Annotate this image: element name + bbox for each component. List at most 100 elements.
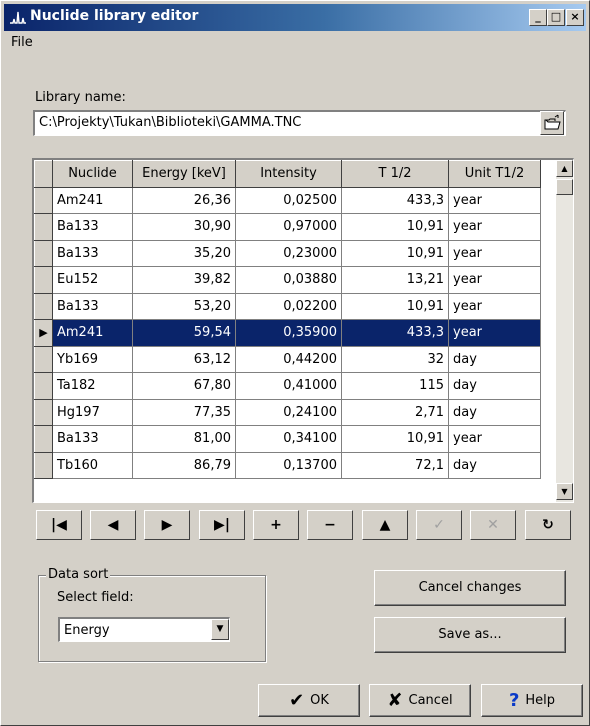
cell-energy[interactable]: 81,00: [132, 425, 236, 453]
cell-nuclide[interactable]: Eu152: [52, 266, 133, 294]
scroll-up-button[interactable]: ▲: [556, 160, 573, 177]
nav-refresh-button[interactable]: ↻: [525, 510, 571, 540]
title-bar[interactable]: Nuclide library editor _ □ ×: [4, 4, 586, 31]
cell-intensity[interactable]: 0,24100: [235, 399, 342, 426]
cell-nuclide[interactable]: Ba133: [52, 293, 133, 320]
close-button[interactable]: ×: [566, 9, 584, 26]
scroll-down-button[interactable]: ▼: [556, 483, 573, 500]
cell-half-life[interactable]: 2,71: [341, 399, 449, 426]
column-header-nuclide[interactable]: Nuclide: [52, 160, 133, 188]
nav-last-button[interactable]: ▶|: [199, 510, 245, 540]
column-header-unit[interactable]: Unit T1/2: [448, 160, 541, 188]
table-row[interactable]: ▶ Am241 59,54 0,35900 433,3 year: [34, 319, 541, 347]
open-library-button[interactable]: [540, 111, 564, 135]
table-row[interactable]: Ba133 30,90 0,97000 10,91 year: [34, 213, 541, 241]
cell-energy[interactable]: 26,36: [132, 187, 236, 214]
cell-intensity[interactable]: 0,34100: [235, 425, 342, 453]
cell-energy[interactable]: 86,79: [132, 452, 236, 479]
nav-cancel-button[interactable]: ✕: [470, 510, 516, 540]
cell-intensity[interactable]: 0,44200: [235, 346, 342, 373]
nav-first-button[interactable]: |◀: [36, 510, 82, 540]
cell-intensity[interactable]: 0,41000: [235, 372, 342, 400]
cell-half-life[interactable]: 10,91: [341, 293, 449, 320]
row-indicator[interactable]: [34, 451, 53, 479]
cell-intensity[interactable]: 0,23000: [235, 240, 342, 267]
nav-next-button[interactable]: ▶: [144, 510, 190, 540]
table-row[interactable]: Tb160 86,79 0,13700 72,1 day: [34, 451, 541, 479]
nav-delete-button[interactable]: −: [307, 510, 353, 540]
cell-intensity[interactable]: 0,97000: [235, 213, 342, 241]
cell-unit[interactable]: year: [448, 293, 541, 320]
row-indicator[interactable]: [34, 292, 53, 320]
column-header-energy[interactable]: Energy [keV]: [132, 160, 236, 188]
nav-prior-button[interactable]: ◀: [90, 510, 136, 540]
cell-unit[interactable]: year: [448, 266, 541, 294]
grid-vertical-scrollbar[interactable]: ▲ ▼: [556, 160, 573, 502]
cell-energy[interactable]: 59,54: [132, 319, 236, 347]
scroll-thumb[interactable]: [556, 179, 573, 195]
cell-energy[interactable]: 67,80: [132, 372, 236, 400]
cell-nuclide[interactable]: Am241: [52, 319, 133, 347]
menu-file[interactable]: File: [11, 35, 33, 50]
cell-unit[interactable]: year: [448, 213, 541, 241]
cancel-changes-button[interactable]: Cancel changes: [374, 570, 566, 606]
chevron-down-icon[interactable]: ▼: [211, 619, 229, 640]
cell-half-life[interactable]: 10,91: [341, 425, 449, 453]
cell-nuclide[interactable]: Ba133: [52, 425, 133, 453]
cell-intensity[interactable]: 0,03880: [235, 266, 342, 294]
maximize-button[interactable]: □: [547, 9, 565, 26]
table-row[interactable]: Am241 26,36 0,02500 433,3 year: [34, 186, 541, 214]
cell-intensity[interactable]: 0,35900: [235, 319, 342, 347]
cell-unit[interactable]: year: [448, 187, 541, 214]
cell-intensity[interactable]: 0,02200: [235, 293, 342, 320]
row-indicator[interactable]: [34, 213, 53, 241]
cell-half-life[interactable]: 10,91: [341, 240, 449, 267]
cell-half-life[interactable]: 13,21: [341, 266, 449, 294]
cell-unit[interactable]: day: [448, 372, 541, 400]
table-row[interactable]: Eu152 39,82 0,03880 13,21 year: [34, 266, 541, 294]
row-indicator[interactable]: [34, 425, 53, 453]
cell-energy[interactable]: 63,12: [132, 346, 236, 373]
cell-half-life[interactable]: 115: [341, 372, 449, 400]
row-indicator[interactable]: [34, 398, 53, 426]
cell-energy[interactable]: 39,82: [132, 266, 236, 294]
cell-unit[interactable]: year: [448, 319, 541, 347]
column-header-intensity[interactable]: Intensity: [235, 160, 342, 188]
column-header-half-life[interactable]: T 1/2: [341, 160, 449, 188]
table-row[interactable]: Ba133 81,00 0,34100 10,91 year: [34, 425, 541, 453]
table-row[interactable]: Ta182 67,80 0,41000 115 day: [34, 372, 541, 400]
nuclide-grid[interactable]: Nuclide Energy [keV] Intensity T 1/2 Uni…: [32, 158, 574, 503]
cell-energy[interactable]: 30,90: [132, 213, 236, 241]
cell-nuclide[interactable]: Hg197: [52, 399, 133, 426]
save-as-button[interactable]: Save as...: [374, 617, 566, 653]
cell-intensity[interactable]: 0,13700: [235, 452, 342, 479]
cell-nuclide[interactable]: Ba133: [52, 240, 133, 267]
cell-nuclide[interactable]: Ba133: [52, 213, 133, 241]
nav-insert-button[interactable]: +: [253, 510, 299, 540]
row-indicator[interactable]: [34, 239, 53, 267]
library-path-field[interactable]: C:\Projekty\Tukan\Biblioteki\GAMMA.TNC: [33, 110, 566, 136]
cell-unit[interactable]: year: [448, 240, 541, 267]
row-indicator[interactable]: [34, 266, 53, 294]
cancel-button[interactable]: ✘ Cancel: [369, 684, 471, 717]
cell-half-life[interactable]: 32: [341, 346, 449, 373]
cell-nuclide[interactable]: Yb169: [52, 346, 133, 373]
cell-unit[interactable]: day: [448, 346, 541, 373]
sort-field-select[interactable]: Energy ▼: [58, 617, 230, 642]
cell-unit[interactable]: day: [448, 399, 541, 426]
table-row[interactable]: Ba133 53,20 0,02200 10,91 year: [34, 292, 541, 320]
cell-unit[interactable]: year: [448, 425, 541, 453]
help-button[interactable]: ? Help: [481, 684, 583, 717]
cell-half-life[interactable]: 72,1: [341, 452, 449, 479]
table-row[interactable]: Yb169 63,12 0,44200 32 day: [34, 345, 541, 373]
cell-intensity[interactable]: 0,02500: [235, 187, 342, 214]
cell-half-life[interactable]: 433,3: [341, 187, 449, 214]
row-indicator[interactable]: ▶: [34, 319, 53, 347]
table-row[interactable]: Ba133 35,20 0,23000 10,91 year: [34, 239, 541, 267]
ok-button[interactable]: ✔ OK: [258, 684, 360, 717]
minimize-button[interactable]: _: [529, 9, 547, 26]
cell-half-life[interactable]: 433,3: [341, 319, 449, 347]
row-indicator[interactable]: [34, 345, 53, 373]
cell-energy[interactable]: 77,35: [132, 399, 236, 426]
cell-nuclide[interactable]: Am241: [52, 187, 133, 214]
